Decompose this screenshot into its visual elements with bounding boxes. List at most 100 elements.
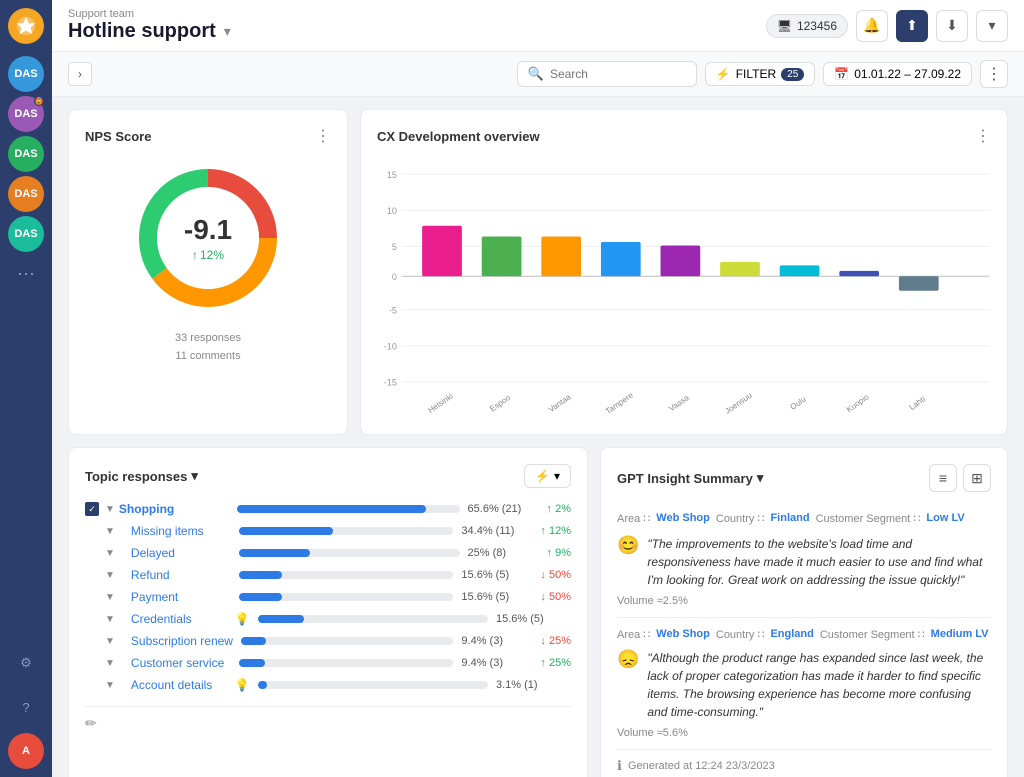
refund-label[interactable]: Refund (131, 568, 231, 582)
account-details-bar (258, 681, 267, 689)
sidebar: DAS DAS 🔒 DAS DAS DAS ⋯ ⚙ ? A (0, 0, 52, 777)
sentiment-negative-icon-2: 😞 (617, 649, 639, 670)
sidebar-avatar-4[interactable]: DAS (8, 176, 44, 212)
customer-service-bar (239, 659, 265, 667)
delayed-label[interactable]: Delayed (131, 546, 231, 560)
segment-label-2: Customer Segment ∷ (820, 628, 925, 641)
user-id-badge: 🖥 123456 (766, 14, 848, 38)
topic-header: Topic responses ▾ ⚡ ▾ (85, 464, 571, 488)
gpt-footer: ℹ Generated at 12:24 23/3/2023 (617, 750, 991, 774)
user-avatar[interactable]: A (8, 733, 44, 769)
subscription-expand-icon[interactable]: ▼ (105, 636, 115, 647)
gpt-chevron-icon: ▾ (757, 470, 764, 486)
nps-score: -9.1 (184, 214, 232, 246)
country-value-1: Finland (770, 512, 809, 525)
notifications-button[interactable]: 🔔 (856, 10, 888, 42)
account-details-bulb-icon: 💡 (235, 678, 250, 692)
svg-text:Helsinki: Helsinki (426, 391, 455, 415)
credentials-label[interactable]: Credentials (131, 612, 231, 626)
shopping-label[interactable]: Shopping (119, 502, 229, 516)
missing-items-bar (239, 527, 333, 535)
missing-items-label[interactable]: Missing items (131, 524, 231, 538)
refund-bar-wrap (239, 571, 454, 579)
gpt-volume-1: Volume ≈2.5% (617, 595, 991, 607)
gpt-controls: ≡ ⊞ (929, 464, 991, 492)
topic-filter-button[interactable]: ⚡ ▾ (524, 464, 571, 488)
search-box[interactable]: 🔍 (517, 61, 697, 87)
svg-text:10: 10 (387, 206, 397, 216)
date-range-button[interactable]: 📅 01.01.22 – 27.09.22 (823, 62, 972, 86)
sidebar-avatar-3[interactable]: DAS (8, 136, 44, 172)
cx-menu-button[interactable]: ⋮ (975, 126, 991, 146)
shopping-trend: ↑ 2% (547, 503, 571, 515)
gpt-grid-view-button[interactable]: ⊞ (963, 464, 991, 492)
area-value-1: Web Shop (656, 512, 710, 525)
logo (8, 8, 44, 44)
account-details-expand-icon[interactable]: ▼ (105, 680, 115, 691)
nps-stats: 33 responses 11 comments (85, 330, 331, 365)
nps-comments: 11 comments (85, 348, 331, 366)
cx-card: CX Development overview ⋮ 15 10 5 0 -5 -… (360, 109, 1008, 435)
payment-label[interactable]: Payment (131, 590, 231, 604)
help-icon[interactable]: ? (8, 689, 44, 725)
filter-count-badge: 25 (781, 68, 804, 81)
collapse-sidebar-button[interactable]: › (68, 62, 92, 86)
team-label: Support team (68, 8, 231, 20)
credentials-expand-icon[interactable]: ▼ (105, 614, 115, 625)
search-input[interactable] (550, 67, 686, 81)
refund-expand-icon[interactable]: ▼ (105, 570, 115, 581)
cx-bar-chart: 15 10 5 0 -5 -10 -15 (377, 158, 991, 418)
calendar-icon: 📅 (834, 67, 849, 81)
segment-value-1: Low LV (926, 512, 964, 525)
svg-text:Vaasa: Vaasa (667, 393, 691, 413)
missing-items-expand-icon[interactable]: ▼ (105, 526, 115, 537)
header-left: Support team Hotline support ▾ (68, 8, 231, 43)
share-button[interactable]: ⬆ (896, 10, 928, 42)
gpt-list-view-button[interactable]: ≡ (929, 464, 957, 492)
download-button[interactable]: ⬇ (936, 10, 968, 42)
sidebar-avatar-5[interactable]: DAS (8, 216, 44, 252)
gpt-title-button[interactable]: GPT Insight Summary ▾ (617, 470, 763, 486)
svg-text:0: 0 (392, 272, 397, 282)
cx-card-header: CX Development overview ⋮ (377, 126, 991, 146)
settings-icon[interactable]: ⚙ (8, 645, 44, 681)
subscription-trend: ↓ 25% (540, 635, 571, 647)
sidebar-avatar-2[interactable]: DAS 🔒 (8, 96, 44, 132)
filter-icon: ⚡ (716, 67, 731, 81)
shopping-expand-icon[interactable]: ▼ (105, 504, 115, 515)
refund-trend: ↓ 50% (540, 569, 571, 581)
country-label-1: Country ∷ (716, 512, 765, 525)
nps-menu-button[interactable]: ⋮ (315, 126, 331, 146)
svg-text:Oulu: Oulu (789, 395, 808, 412)
payment-expand-icon[interactable]: ▼ (105, 592, 115, 603)
gpt-insight-card: GPT Insight Summary ▾ ≡ ⊞ Area ∷ Web Sho… (600, 447, 1008, 777)
payment-trend: ↓ 50% (540, 591, 571, 603)
delayed-expand-icon[interactable]: ▼ (105, 548, 115, 559)
header-more-button[interactable]: ▾ (976, 10, 1008, 42)
monitor-icon: 🖥 (777, 19, 792, 33)
customer-service-label[interactable]: Customer service (131, 656, 231, 670)
gpt-volume-2: Volume ≈5.6% (617, 727, 991, 739)
topic-item-customer-service: ▼ Customer service 9.4% (3) ↑ 25% (85, 652, 571, 674)
account-details-label[interactable]: Account details (131, 678, 231, 692)
search-icon: 🔍 (528, 66, 544, 82)
payment-bar-wrap (239, 593, 454, 601)
topic-item-refund: ▼ Refund 15.6% (5) ↓ 50% (85, 564, 571, 586)
shopping-checkbox[interactable]: ✓ (85, 502, 99, 516)
topic-title-button[interactable]: Topic responses ▾ (85, 468, 198, 484)
gpt-meta-1: Area ∷ Web Shop Country ∷ Finland Custom… (617, 512, 991, 525)
toolbar-more-button[interactable]: ⋮ (980, 60, 1008, 88)
topic-item-subscription: ▼ Subscription renew 9.4% (3) ↓ 25% (85, 630, 571, 652)
title-chevron-icon[interactable]: ▾ (224, 23, 231, 40)
subscription-label[interactable]: Subscription renew (131, 634, 233, 648)
nps-title: NPS Score (85, 129, 151, 144)
nps-card-header: NPS Score ⋮ (85, 126, 331, 146)
area-value-2: Web Shop (656, 628, 710, 641)
edit-button[interactable]: ✏ (85, 715, 97, 732)
gpt-insight-1: Area ∷ Web Shop Country ∷ Finland Custom… (617, 502, 991, 618)
cx-title: CX Development overview (377, 129, 540, 144)
customer-service-expand-icon[interactable]: ▼ (105, 658, 115, 669)
sidebar-avatar-1[interactable]: DAS (8, 56, 44, 92)
sidebar-more-icon[interactable]: ⋯ (17, 264, 35, 285)
filter-button[interactable]: ⚡ FILTER 25 (705, 62, 816, 86)
